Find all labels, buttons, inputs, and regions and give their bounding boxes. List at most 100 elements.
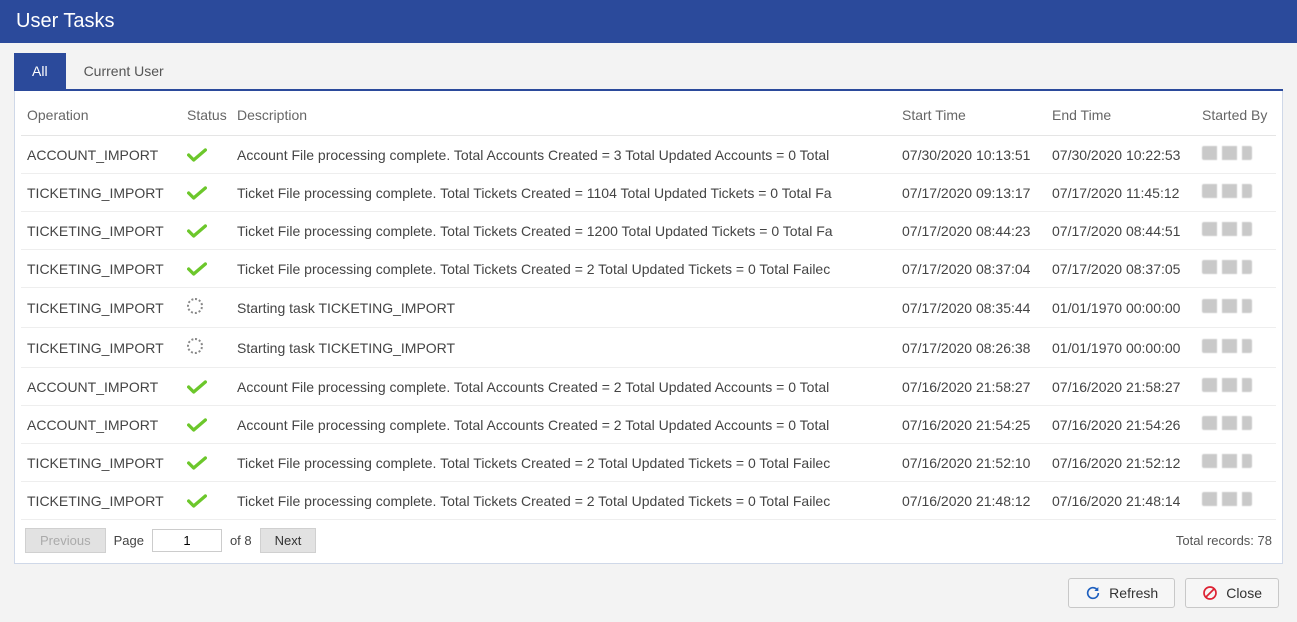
refresh-button[interactable]: Refresh bbox=[1068, 578, 1175, 608]
cell-description: Account File processing complete. Total … bbox=[231, 136, 896, 174]
close-button[interactable]: Close bbox=[1185, 578, 1279, 608]
cell-end-time: 07/17/2020 08:37:05 bbox=[1046, 250, 1196, 288]
tab-current-user[interactable]: Current User bbox=[66, 53, 182, 89]
cell-operation: TICKETING_IMPORT bbox=[21, 482, 181, 520]
checkmark-icon bbox=[187, 456, 225, 470]
redacted-text bbox=[1202, 378, 1252, 392]
col-description[interactable]: Description bbox=[231, 97, 896, 136]
table-header-row: Operation Status Description Start Time … bbox=[21, 97, 1276, 136]
cell-status bbox=[181, 328, 231, 368]
content-area: All Current User Operation Status Descri… bbox=[0, 43, 1297, 622]
next-button[interactable]: Next bbox=[260, 528, 317, 553]
page-number-input[interactable] bbox=[152, 529, 222, 552]
table-row[interactable]: ACCOUNT_IMPORTAccount File processing co… bbox=[21, 136, 1276, 174]
tab-label: Current User bbox=[84, 63, 164, 79]
table-row[interactable]: ACCOUNT_IMPORT Account File processing co… bbox=[21, 406, 1276, 444]
cell-status bbox=[181, 482, 231, 520]
checkmark-icon bbox=[187, 494, 225, 508]
cell-operation: TICKETING_IMPORT bbox=[21, 250, 181, 288]
cell-description: Account File processing complete. Total … bbox=[231, 406, 896, 444]
cell-status bbox=[181, 212, 231, 250]
close-label: Close bbox=[1226, 585, 1262, 601]
tasks-table: Operation Status Description Start Time … bbox=[21, 97, 1276, 520]
cell-start-time: 07/17/2020 08:37:04 bbox=[896, 250, 1046, 288]
cell-end-time: 07/16/2020 21:48:14 bbox=[1046, 482, 1196, 520]
cell-start-time: 07/16/2020 21:48:12 bbox=[896, 482, 1046, 520]
cell-description: Starting task TICKETING_IMPORT bbox=[231, 328, 896, 368]
cell-operation: TICKETING_IMPORT bbox=[21, 212, 181, 250]
redacted-text bbox=[1202, 299, 1252, 313]
col-start-time[interactable]: Start Time bbox=[896, 97, 1046, 136]
cell-start-time: 07/17/2020 08:44:23 bbox=[896, 212, 1046, 250]
cell-status bbox=[181, 444, 231, 482]
col-started-by[interactable]: Started By bbox=[1196, 97, 1276, 136]
cell-operation: TICKETING_IMPORT bbox=[21, 328, 181, 368]
col-end-time[interactable]: End Time bbox=[1046, 97, 1196, 136]
cell-description: Ticket File processing complete. Total T… bbox=[231, 174, 896, 212]
redacted-text bbox=[1202, 146, 1252, 160]
cell-started-by bbox=[1196, 212, 1276, 250]
user-tasks-window: User Tasks All Current User Operation St… bbox=[0, 0, 1297, 622]
cell-end-time: 07/16/2020 21:54:26 bbox=[1046, 406, 1196, 444]
tasks-panel: Operation Status Description Start Time … bbox=[14, 91, 1283, 564]
cell-operation: TICKETING_IMPORT bbox=[21, 288, 181, 328]
cell-start-time: 07/16/2020 21:52:10 bbox=[896, 444, 1046, 482]
cell-start-time: 07/17/2020 08:35:44 bbox=[896, 288, 1046, 328]
window-title: User Tasks bbox=[16, 10, 115, 32]
checkmark-icon bbox=[187, 148, 225, 162]
no-entry-icon bbox=[1202, 585, 1218, 601]
cell-started-by bbox=[1196, 174, 1276, 212]
page-label: Page bbox=[114, 533, 144, 548]
cell-description: Ticket File processing complete. Total T… bbox=[231, 212, 896, 250]
cell-operation: TICKETING_IMPORT bbox=[21, 174, 181, 212]
cell-started-by bbox=[1196, 250, 1276, 288]
table-row[interactable]: TICKETING_IMPORTTicket File processing c… bbox=[21, 482, 1276, 520]
cell-status bbox=[181, 288, 231, 328]
cell-end-time: 01/01/1970 00:00:00 bbox=[1046, 288, 1196, 328]
cell-operation: ACCOUNT_IMPORT bbox=[21, 406, 181, 444]
checkmark-icon bbox=[187, 186, 225, 200]
table-row[interactable]: TICKETING_IMPORT Ticket File processing c… bbox=[21, 444, 1276, 482]
cell-status bbox=[181, 406, 231, 444]
cell-description: Account File processing complete. Total … bbox=[231, 368, 896, 406]
table-row[interactable]: ACCOUNT_IMPORT Account File processing co… bbox=[21, 368, 1276, 406]
col-operation[interactable]: Operation bbox=[21, 97, 181, 136]
table-row[interactable]: TICKETING_IMPORT Ticket File processing c… bbox=[21, 212, 1276, 250]
tab-all[interactable]: All bbox=[14, 53, 66, 89]
cell-start-time: 07/16/2020 21:54:25 bbox=[896, 406, 1046, 444]
cell-started-by bbox=[1196, 288, 1276, 328]
cell-start-time: 07/17/2020 08:26:38 bbox=[896, 328, 1046, 368]
cell-status bbox=[181, 368, 231, 406]
redacted-text bbox=[1202, 416, 1252, 430]
table-row[interactable]: TICKETING_IMPORT Starting task TICKETING_… bbox=[21, 328, 1276, 368]
total-records: Total records: 78 bbox=[1176, 533, 1272, 548]
tab-label: All bbox=[32, 63, 48, 79]
cell-start-time: 07/16/2020 21:58:27 bbox=[896, 368, 1046, 406]
cell-start-time: 07/30/2020 10:13:51 bbox=[896, 136, 1046, 174]
redacted-text bbox=[1202, 184, 1252, 198]
redacted-text bbox=[1202, 454, 1252, 468]
table-row[interactable]: TICKETING_IMPORT Starting task TICKETING_… bbox=[21, 288, 1276, 328]
cell-description: Ticket File processing complete. Total T… bbox=[231, 444, 896, 482]
checkmark-icon bbox=[187, 418, 225, 432]
refresh-label: Refresh bbox=[1109, 585, 1158, 601]
cell-operation: TICKETING_IMPORT bbox=[21, 444, 181, 482]
tabs: All Current User bbox=[14, 53, 1283, 91]
cell-started-by bbox=[1196, 406, 1276, 444]
page-of-text: of 8 bbox=[230, 533, 252, 548]
cell-operation: ACCOUNT_IMPORT bbox=[21, 368, 181, 406]
cell-started-by bbox=[1196, 444, 1276, 482]
cell-started-by bbox=[1196, 368, 1276, 406]
table-row[interactable]: TICKETING_IMPORTTicket File processing c… bbox=[21, 250, 1276, 288]
footer-buttons: Refresh Close bbox=[14, 568, 1283, 608]
cell-started-by bbox=[1196, 136, 1276, 174]
cell-description: Starting task TICKETING_IMPORT bbox=[231, 288, 896, 328]
table-row[interactable]: TICKETING_IMPORT Ticket File processing c… bbox=[21, 174, 1276, 212]
previous-button[interactable]: Previous bbox=[25, 528, 106, 553]
checkmark-icon bbox=[187, 262, 225, 276]
cell-end-time: 07/30/2020 10:22:53 bbox=[1046, 136, 1196, 174]
cell-end-time: 01/01/1970 00:00:00 bbox=[1046, 328, 1196, 368]
cell-started-by bbox=[1196, 482, 1276, 520]
cell-status bbox=[181, 250, 231, 288]
col-status[interactable]: Status bbox=[181, 97, 231, 136]
